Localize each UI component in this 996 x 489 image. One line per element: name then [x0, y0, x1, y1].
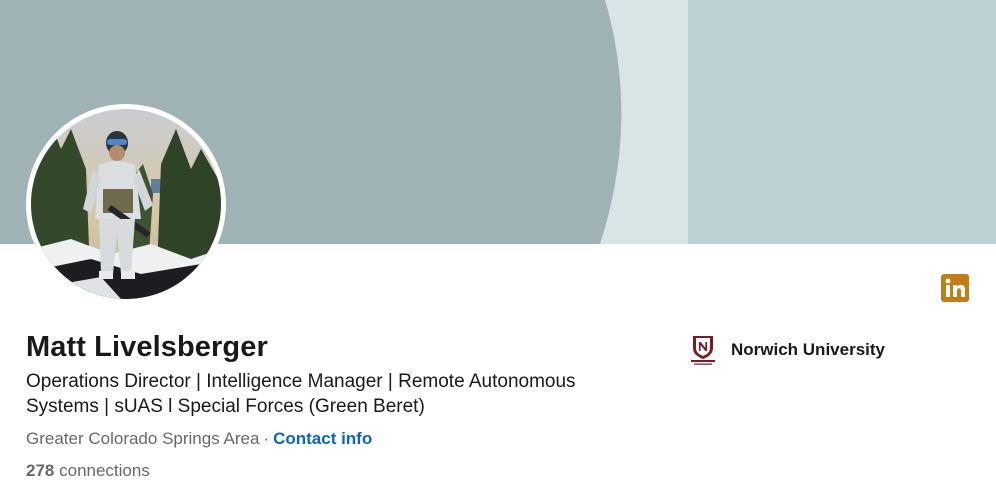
connections-label: connections: [59, 461, 150, 480]
contact-info-link[interactable]: Contact info: [273, 429, 372, 448]
profile-photo[interactable]: [26, 104, 226, 304]
profile-card: Matt Livelsberger Operations Director | …: [0, 0, 996, 489]
profile-location: Greater Colorado Springs Area: [26, 429, 260, 448]
location-separator: ·: [263, 429, 270, 448]
school-name: Norwich University: [731, 340, 885, 359]
connections-count[interactable]: 278 connections: [26, 460, 150, 482]
education-item[interactable]: Norwich University: [688, 334, 885, 366]
location-row: Greater Colorado Springs Area · Contact in…: [26, 428, 372, 450]
linkedin-icon[interactable]: [941, 274, 969, 302]
connections-number: 278: [26, 461, 55, 480]
norwich-university-logo: [688, 334, 718, 366]
profile-name: Matt Livelsberger: [26, 331, 268, 363]
profile-headline: Operations Director | Intelligence Manag…: [26, 371, 576, 417]
